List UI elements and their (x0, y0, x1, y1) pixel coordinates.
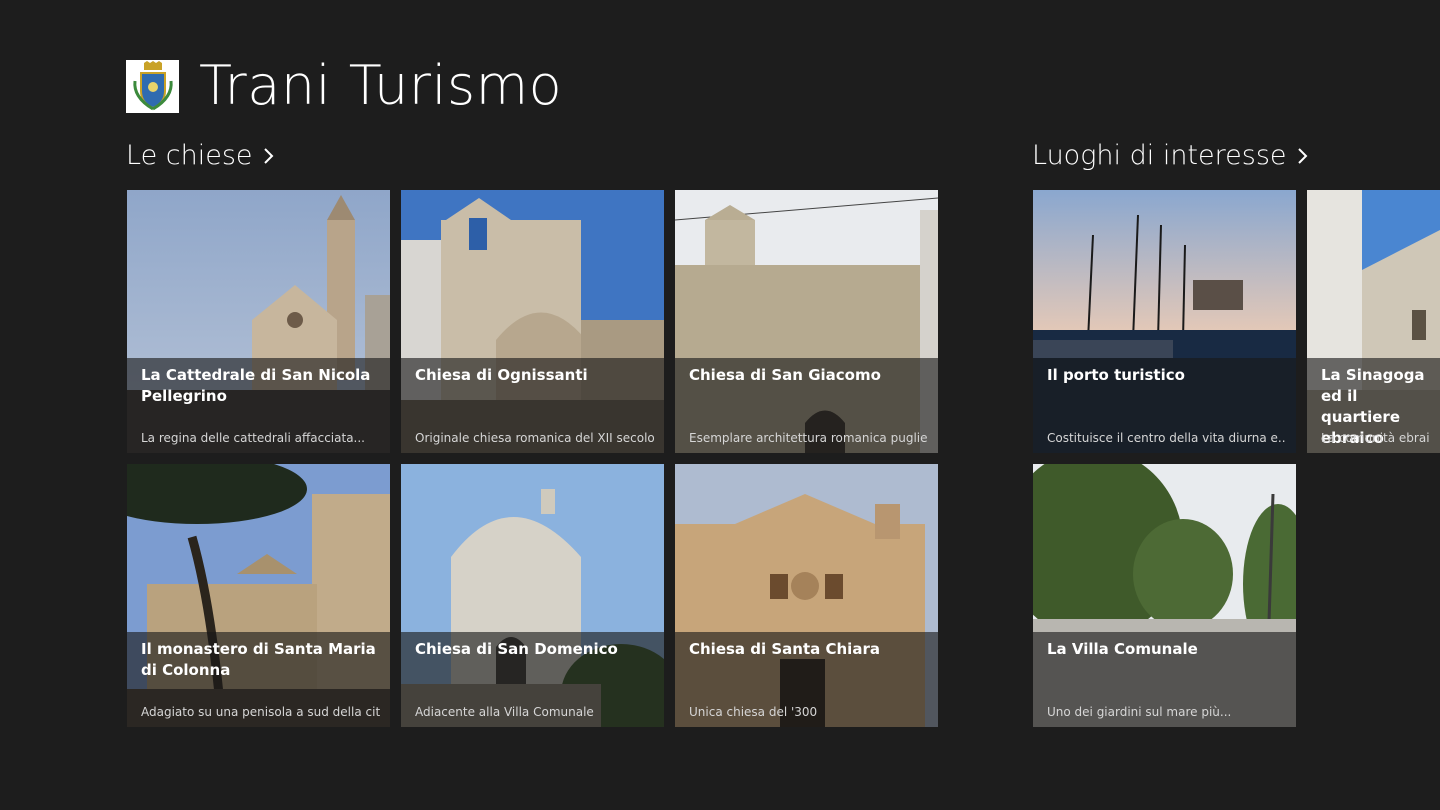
tile-monastero-santa-maria-colonna[interactable]: Il monastero di Santa Maria di Colonna A… (127, 464, 390, 727)
section-header-luoghi-di-interesse[interactable]: Luoghi di interesse (1032, 140, 1308, 171)
tile-porto-turistico[interactable]: Il porto turistico Costituisce il centro… (1033, 190, 1296, 453)
tile-villa-comunale[interactable]: La Villa Comunale Uno dei giardini sul m… (1033, 464, 1296, 727)
tile-title: Chiesa di Santa Chiara (689, 640, 880, 658)
section-title: Luoghi di interesse (1032, 140, 1287, 171)
chevron-right-icon (263, 147, 273, 164)
tile-caption: Il porto turistico Costituisce il centro… (1033, 358, 1296, 453)
tile-chiesa-ognissanti[interactable]: Chiesa di Ognissanti Originale chiesa ro… (401, 190, 664, 453)
tile-title: Chiesa di San Domenico (415, 640, 618, 658)
tile-chiesa-san-domenico[interactable]: Chiesa di San Domenico Adiacente alla Vi… (401, 464, 664, 727)
tile-caption: La Cattedrale di San Nicola Pellegrino L… (127, 358, 390, 453)
tile-subtitle: La regina delle cattedrali affacciata... (141, 431, 365, 445)
tile-subtitle: Unica chiesa del '300 (689, 705, 818, 719)
tile-sinagoga-quartiere-ebraico[interactable]: La Sinagoga ed il quartiere ebraico La c… (1307, 190, 1440, 453)
tile-caption: Il monastero di Santa Maria di Colonna A… (127, 632, 390, 727)
tile-subtitle: Originale chiesa romanica del XII secolo (415, 431, 654, 445)
tile-title: La Cattedrale di San Nicola Pellegrino (141, 366, 371, 405)
tile-subtitle: Costituisce il centro della vita diurna … (1047, 431, 1286, 445)
tile-chiesa-san-giacomo[interactable]: Chiesa di San Giacomo Esemplare architet… (675, 190, 938, 453)
section-header-le-chiese[interactable]: Le chiese (126, 140, 274, 171)
tile-title: Chiesa di Ognissanti (415, 366, 588, 384)
app-header: Trani Turismo (126, 56, 562, 116)
tile-caption: Chiesa di San Giacomo Esemplare architet… (675, 358, 938, 453)
tile-caption: La Sinagoga ed il quartiere ebraico La c… (1307, 358, 1440, 453)
city-crest-logo (126, 59, 179, 113)
chevron-right-icon (1297, 147, 1307, 164)
tile-subtitle: Adiacente alla Villa Comunale (415, 705, 594, 719)
tile-caption: La Villa Comunale Uno dei giardini sul m… (1033, 632, 1296, 727)
tile-caption: Chiesa di Ognissanti Originale chiesa ro… (401, 358, 664, 453)
tile-subtitle: Esemplare architettura romanica pugliese (689, 431, 928, 445)
tile-title: Il porto turistico (1047, 366, 1185, 384)
tile-title: Il monastero di Santa Maria di Colonna (141, 640, 376, 679)
crest-icon (132, 61, 173, 111)
tile-chiesa-santa-chiara[interactable]: Chiesa di Santa Chiara Unica chiesa del … (675, 464, 938, 727)
tile-title: Chiesa di San Giacomo (689, 366, 881, 384)
tile-title: La Villa Comunale (1047, 640, 1198, 658)
tile-caption: Chiesa di San Domenico Adiacente alla Vi… (401, 632, 664, 727)
tile-subtitle: La comunità ebraica di Trani... (1321, 431, 1430, 445)
app-title: Trani Turismo (199, 54, 563, 117)
tile-cattedrale-san-nicola[interactable]: La Cattedrale di San Nicola Pellegrino L… (127, 190, 390, 453)
tile-subtitle: Uno dei giardini sul mare più... (1047, 705, 1232, 719)
tile-subtitle: Adagiato su una penisola a sud della cit… (141, 705, 380, 719)
tile-caption: Chiesa di Santa Chiara Unica chiesa del … (675, 632, 938, 727)
section-title: Le chiese (126, 140, 253, 171)
